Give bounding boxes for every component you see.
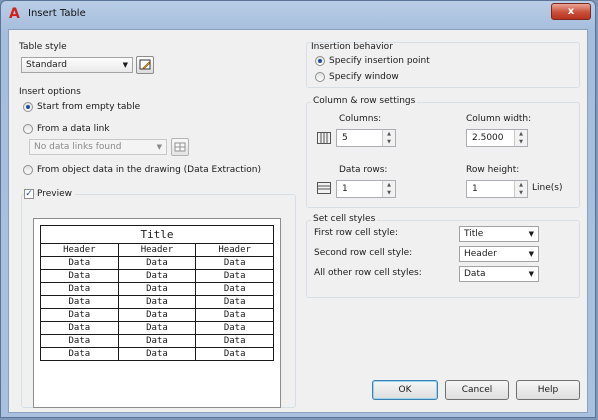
preview-data-cell: Data	[40, 256, 119, 270]
preview-data-cell: Data	[195, 347, 274, 361]
columns-value: 5	[342, 133, 348, 143]
specify-window-label[interactable]: Specify window	[329, 72, 399, 82]
table-style-value: Standard	[26, 60, 67, 70]
preview-data-cell: Data	[195, 269, 274, 283]
chevron-down-icon: ▼	[528, 230, 534, 238]
insertion-behavior-label: Insertion behavior	[311, 42, 393, 52]
preview-header-cell: Header	[195, 243, 274, 257]
chevron-down-icon: ▼	[528, 250, 534, 258]
preview-data-cell: Data	[195, 295, 274, 309]
second-row-style-value: Header	[464, 249, 497, 259]
other-rows-style-label: All other row cell styles:	[314, 268, 422, 278]
preview-data-cell: Data	[117, 282, 197, 296]
rows-icon	[317, 182, 331, 194]
table-edit-icon	[139, 59, 151, 70]
from-data-link-label[interactable]: From a data link	[37, 124, 110, 134]
first-row-style-value: Title	[464, 229, 484, 239]
row-height-unit: Line(s)	[532, 183, 563, 193]
preview-data-cell: Data	[40, 334, 119, 348]
data-link-manager-button[interactable]	[171, 138, 189, 156]
specify-point-radio[interactable]	[315, 56, 325, 66]
column-row-label: Column & row settings	[311, 96, 418, 106]
title-bar[interactable]: A Insert Table x	[1, 1, 597, 29]
preview-data-cell: Data	[40, 347, 119, 361]
stepper-arrows-icon[interactable]: ▲ ▼	[514, 181, 527, 197]
data-rows-stepper[interactable]: 1 ▲ ▼	[336, 180, 396, 198]
data-rows-value: 1	[342, 184, 348, 194]
first-row-style-label: First row cell style:	[314, 228, 398, 238]
data-link-icon	[174, 142, 186, 152]
preview-data-cell: Data	[195, 321, 274, 335]
data-link-value: No data links found	[34, 142, 122, 152]
preview-data-cell: Data	[195, 256, 274, 270]
start-empty-label[interactable]: Start from empty table	[37, 102, 140, 112]
stepper-arrows-icon[interactable]: ▲ ▼	[514, 130, 527, 146]
column-width-value: 2.5000	[472, 133, 504, 143]
stepper-arrows-icon[interactable]: ▲ ▼	[382, 181, 395, 197]
second-row-style-label: Second row cell style:	[314, 248, 413, 258]
data-link-select[interactable]: No data links found ▼	[29, 139, 167, 155]
preview-table: Title Header Header Header Data Data Data …	[40, 225, 274, 361]
second-row-style-select[interactable]: Header ▼	[459, 246, 539, 262]
preview-title-cell: Title	[40, 225, 274, 244]
close-button[interactable]: x	[551, 3, 591, 20]
stepper-arrows-icon[interactable]: ▲ ▼	[382, 130, 395, 146]
autocad-logo-icon: A	[9, 6, 20, 22]
columns-icon	[317, 132, 331, 144]
preview-data-cell: Data	[195, 282, 274, 296]
other-rows-style-value: Data	[464, 269, 486, 279]
preview-data-cell: Data	[40, 295, 119, 309]
preview-data-cell: Data	[40, 282, 119, 296]
preview-data-cell: Data	[40, 269, 119, 283]
preview-data-cell: Data	[40, 308, 119, 322]
preview-data-cell: Data	[117, 347, 197, 361]
chevron-down-icon: ▼	[156, 143, 162, 151]
ok-button[interactable]: OK	[372, 380, 438, 400]
row-height-label: Row height:	[466, 165, 520, 175]
insert-options-label: Insert options	[19, 87, 81, 97]
help-button[interactable]: Help	[516, 380, 580, 400]
preview-checkbox[interactable]: ✓	[24, 189, 34, 199]
preview-data-cell: Data	[117, 334, 197, 348]
dialog-body: Table style Standard ▼ Insert options St…	[8, 29, 588, 413]
from-object-data-radio[interactable]	[23, 165, 33, 175]
chevron-down-icon: ▼	[528, 270, 534, 278]
table-style-dialog-button[interactable]	[136, 56, 154, 74]
table-style-label: Table style	[19, 42, 67, 52]
preview-data-cell: Data	[195, 334, 274, 348]
columns-label: Columns:	[339, 114, 382, 124]
preview-data-cell: Data	[117, 269, 197, 283]
preview-header-cell: Header	[40, 243, 119, 257]
from-object-data-label[interactable]: From object data in the drawing (Data Ex…	[37, 165, 261, 175]
insert-table-dialog: A Insert Table x Table style Standard ▼ …	[0, 0, 596, 418]
column-width-label: Column width:	[466, 114, 532, 124]
start-empty-radio[interactable]	[23, 102, 33, 112]
preview-label[interactable]: Preview	[37, 189, 76, 199]
preview-data-cell: Data	[195, 308, 274, 322]
preview-data-cell: Data	[117, 295, 197, 309]
cell-styles-label: Set cell styles	[311, 214, 378, 224]
specify-window-radio[interactable]	[315, 72, 325, 82]
preview-data-cell: Data	[117, 308, 197, 322]
specify-point-label[interactable]: Specify insertion point	[329, 56, 430, 66]
cancel-button[interactable]: Cancel	[445, 380, 509, 400]
preview-data-cell: Data	[117, 321, 197, 335]
data-rows-label: Data rows:	[339, 165, 388, 175]
table-preview: Title Header Header Header Data Data Data …	[33, 218, 281, 408]
preview-data-cell: Data	[40, 321, 119, 335]
window-title: Insert Table	[28, 8, 86, 19]
first-row-style-select[interactable]: Title ▼	[459, 226, 539, 242]
preview-header-cell: Header	[117, 243, 197, 257]
other-rows-style-select[interactable]: Data ▼	[459, 266, 539, 282]
from-data-link-radio[interactable]	[23, 124, 33, 134]
table-style-select[interactable]: Standard ▼	[21, 57, 133, 73]
row-height-value: 1	[472, 184, 478, 194]
columns-stepper[interactable]: 5 ▲ ▼	[336, 129, 396, 147]
chevron-down-icon: ▼	[122, 61, 128, 69]
preview-data-cell: Data	[117, 256, 197, 270]
column-width-stepper[interactable]: 2.5000 ▲ ▼	[466, 129, 528, 147]
row-height-stepper[interactable]: 1 ▲ ▼	[466, 180, 528, 198]
